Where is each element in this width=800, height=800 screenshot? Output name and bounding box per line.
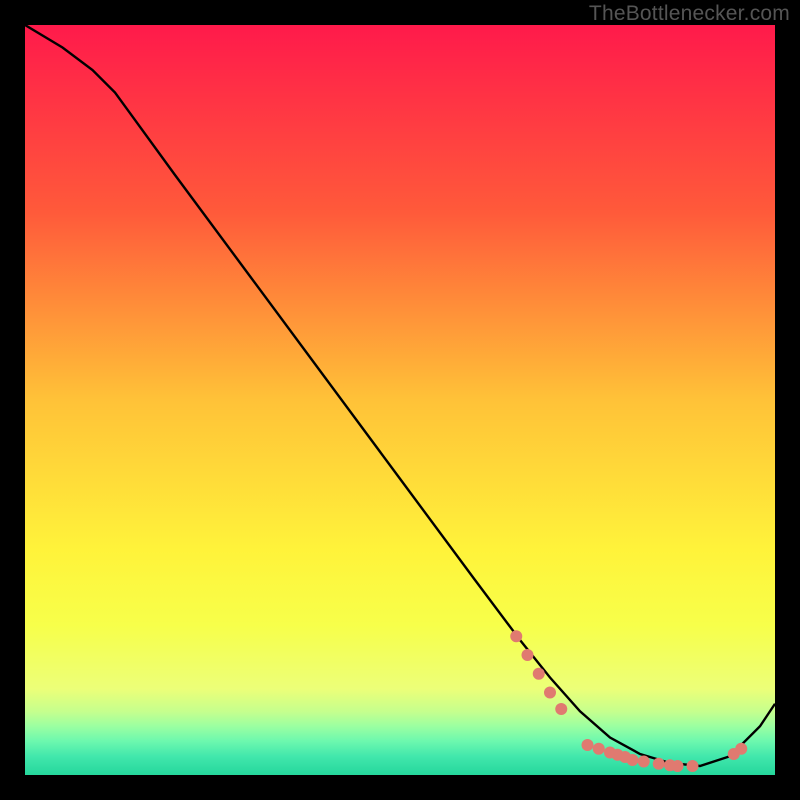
- marker-point: [627, 754, 639, 766]
- watermark-text: TheBottlenecker.com: [589, 2, 790, 26]
- marker-point: [638, 756, 650, 768]
- marker-point: [653, 758, 665, 770]
- marker-point: [735, 743, 747, 755]
- marker-point: [555, 703, 567, 715]
- marker-point: [533, 668, 545, 680]
- chart-svg: [25, 25, 775, 775]
- gradient-background: [25, 25, 775, 775]
- marker-point: [687, 760, 699, 772]
- marker-point: [522, 649, 534, 661]
- marker-point: [544, 687, 556, 699]
- marker-point: [672, 760, 684, 772]
- chart-frame: TheBottlenecker.com: [0, 0, 800, 800]
- marker-point: [593, 743, 605, 755]
- marker-point: [510, 630, 522, 642]
- marker-point: [582, 739, 594, 751]
